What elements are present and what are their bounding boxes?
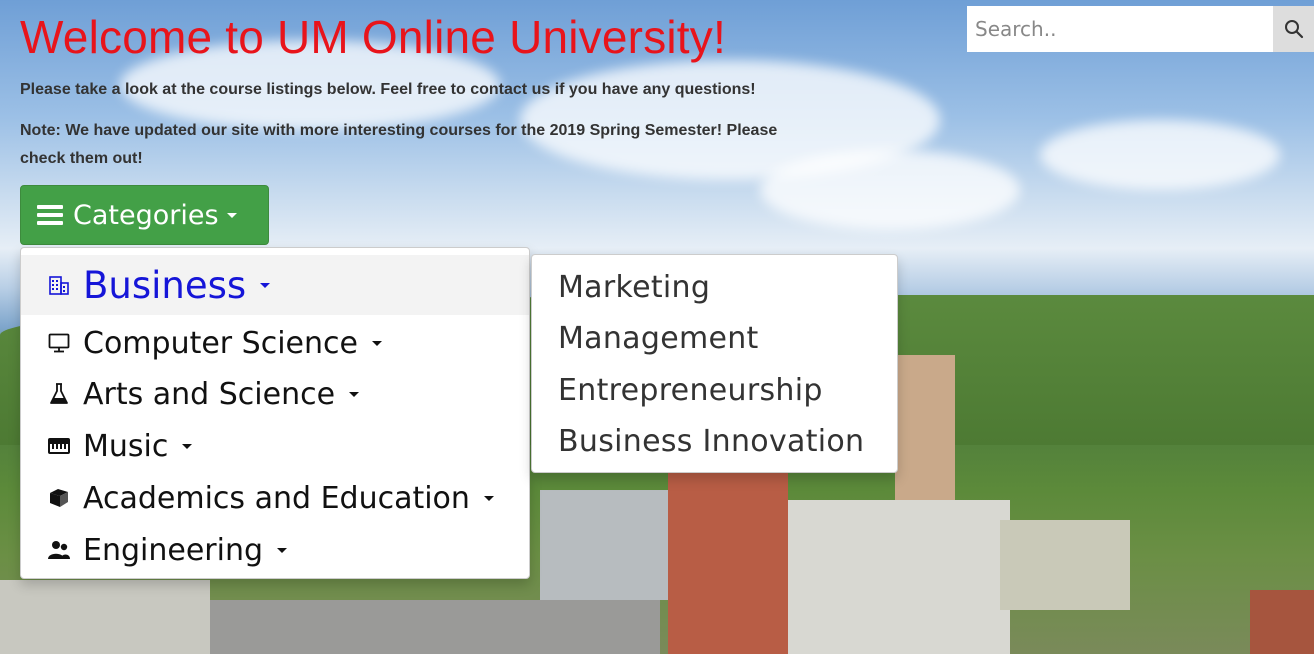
building <box>895 355 955 515</box>
menu-item-label: Business <box>83 263 247 307</box>
flask-icon <box>47 382 71 406</box>
menu-item-business[interactable]: Business <box>21 255 529 315</box>
building-icon <box>47 273 71 297</box>
menu-item-arts-and-science[interactable]: Arts and Science <box>21 368 529 420</box>
business-submenu: Marketing Management Entrepreneurship Bu… <box>531 254 898 473</box>
submenu-item-marketing[interactable]: Marketing <box>558 270 710 305</box>
page-title: Welcome to UM Online University! <box>20 11 726 63</box>
piano-icon <box>47 434 71 458</box>
search-icon <box>1284 20 1303 39</box>
clock-tower <box>668 470 788 654</box>
chevron-down-icon <box>349 391 360 397</box>
chevron-down-icon <box>371 340 382 346</box>
books-icon <box>47 486 71 510</box>
hamburger-icon <box>37 201 63 229</box>
search-input[interactable] <box>967 6 1273 52</box>
categories-button[interactable]: Categories <box>20 185 269 245</box>
submenu-item-entrepreneurship[interactable]: Entrepreneurship <box>558 373 823 408</box>
chevron-down-icon <box>483 495 494 501</box>
search-button[interactable] <box>1273 6 1314 52</box>
cloud <box>1040 120 1280 190</box>
monitor-icon <box>47 331 71 355</box>
submenu-item-management[interactable]: Management <box>558 321 759 356</box>
categories-label: Categories <box>73 199 219 231</box>
menu-item-label: Engineering <box>83 532 263 568</box>
menu-item-engineering[interactable]: Engineering <box>21 524 529 576</box>
chevron-down-icon <box>182 443 193 449</box>
menu-item-music[interactable]: Music <box>21 420 529 472</box>
chevron-down-icon <box>277 547 287 553</box>
submenu-item-business-innovation[interactable]: Business Innovation <box>558 424 864 459</box>
building <box>540 490 670 600</box>
menu-item-label: Academics and Education <box>83 480 470 516</box>
menu-item-academics-and-education[interactable]: Academics and Education <box>21 472 529 524</box>
building <box>1250 590 1314 654</box>
menu-item-computer-science[interactable]: Computer Science <box>21 318 529 368</box>
update-note: Note: We have updated our site with more… <box>20 122 778 167</box>
categories-dropdown: Business Computer Science Arts and Scien… <box>20 247 530 579</box>
menu-item-label: Arts and Science <box>83 376 336 412</box>
building <box>200 600 660 654</box>
menu-item-label: Music <box>83 428 169 464</box>
search-bar <box>967 6 1314 52</box>
building <box>1000 520 1130 610</box>
building <box>780 500 1010 654</box>
chevron-down-icon <box>226 212 237 218</box>
menu-item-label: Computer Science <box>83 325 358 361</box>
chevron-down-icon <box>260 282 271 288</box>
building <box>0 580 210 654</box>
people-icon <box>47 538 71 562</box>
intro-text: Please take a look at the course listing… <box>20 81 756 98</box>
